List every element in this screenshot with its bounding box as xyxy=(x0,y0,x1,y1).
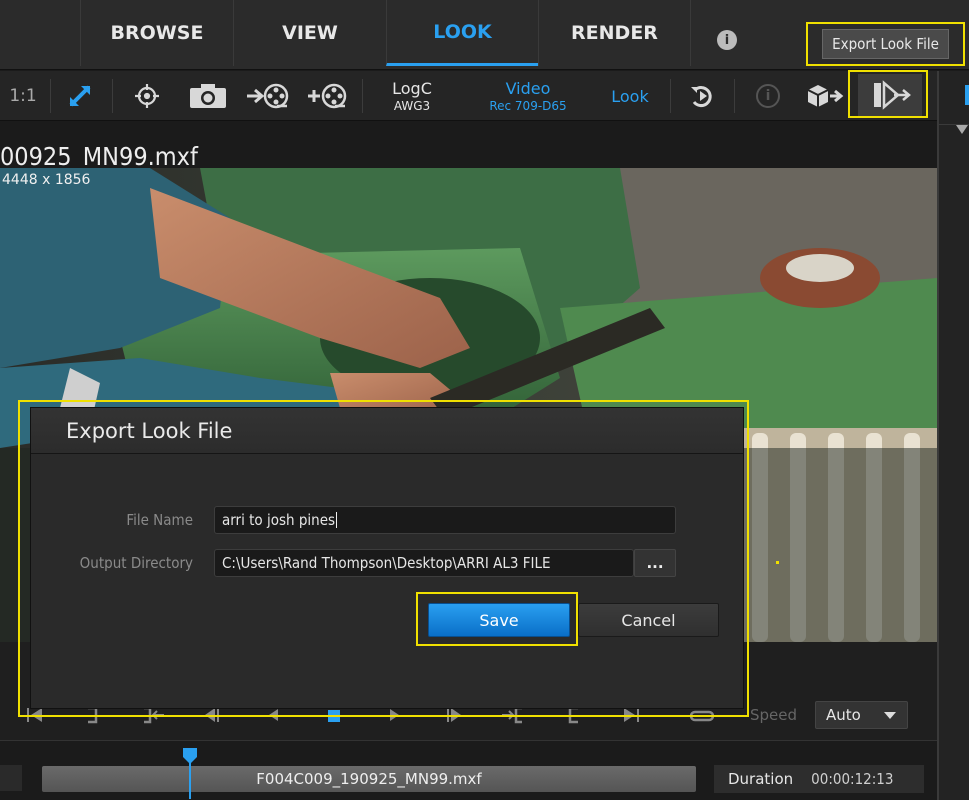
viewer-header: 00925_MN99.mxf xyxy=(0,122,937,171)
info-icon: i xyxy=(746,71,790,121)
file-name-value: arri to josh pines xyxy=(222,511,336,529)
tooltip-text: Export Look File xyxy=(822,29,949,59)
rec709-label: Rec 709-D65 xyxy=(489,98,567,113)
timeline: F004C009_190925_MN99.mxf Duration 00:00:… xyxy=(0,740,937,800)
history-icon[interactable] xyxy=(680,71,724,121)
awg3-label: AWG3 xyxy=(393,98,431,113)
dialog-title: Export Look File xyxy=(31,408,743,454)
tab-render[interactable]: RENDER xyxy=(538,0,691,66)
film-export-icon[interactable] xyxy=(242,71,292,121)
tab-view[interactable]: VIEW xyxy=(233,0,386,66)
chevron-down-icon xyxy=(884,712,896,719)
panel-header xyxy=(939,105,969,134)
duration-label: Duration xyxy=(728,770,794,788)
video-colorspace-button[interactable]: Video Rec 709-D65 xyxy=(478,71,578,121)
panel-tab-indicator[interactable] xyxy=(965,85,969,105)
output-directory-value: C:\Users\Rand Thompson\Desktop\ARRI AL3 … xyxy=(222,554,551,572)
clip-file-title: 00925_MN99.mxf xyxy=(0,142,198,171)
cube-export-icon[interactable] xyxy=(800,71,848,121)
zoom-1-1-button[interactable]: 1:1 xyxy=(0,71,46,121)
crosshair-icon[interactable] xyxy=(124,71,170,121)
output-directory-input[interactable]: C:\Users\Rand Thompson\Desktop\ARRI AL3 … xyxy=(214,549,634,577)
chevron-down-icon[interactable] xyxy=(956,125,968,135)
viewer-toolbar: 1:1 LogC AWG3 Video Rec 709-D65 Look i xyxy=(0,70,937,121)
speed-value: Auto xyxy=(826,706,861,724)
speed-dropdown[interactable]: Auto xyxy=(815,701,908,729)
logc-label: LogC xyxy=(392,78,432,98)
playhead-handle-icon[interactable] xyxy=(181,747,199,765)
film-add-icon[interactable] xyxy=(302,71,352,121)
tab-view-label: VIEW xyxy=(282,22,338,44)
tab-look[interactable]: LOOK xyxy=(386,0,538,66)
tab-browse[interactable]: BROWSE xyxy=(80,0,233,66)
clip-name: F004C009_190925_MN99.mxf xyxy=(256,770,482,788)
tab-look-label: LOOK xyxy=(433,20,492,43)
browse-directory-button[interactable]: ... xyxy=(634,549,676,577)
look-export-icon[interactable] xyxy=(858,74,922,116)
duration-value: 00:00:12:13 xyxy=(811,770,894,788)
camera-icon[interactable] xyxy=(184,71,232,121)
timeline-left-stub xyxy=(0,765,22,791)
duration-box: Duration 00:00:12:13 xyxy=(714,765,924,793)
file-name-input[interactable]: arri to josh pines xyxy=(214,506,676,534)
clip-track[interactable]: F004C009_190925_MN99.mxf xyxy=(42,766,696,792)
export-look-dialog: Export Look File File Name arri to josh … xyxy=(30,407,744,709)
tab-render-label: RENDER xyxy=(571,22,658,44)
right-side-panel xyxy=(937,71,969,800)
playhead-line xyxy=(189,759,191,799)
logc-colorspace-button[interactable]: LogC AWG3 xyxy=(378,71,446,121)
text-cursor xyxy=(336,512,338,528)
top-navigation: BROWSE VIEW LOOK RENDER i Export Look Fi… xyxy=(0,0,969,70)
speed-label: Speed xyxy=(750,706,798,724)
info-icon[interactable]: i xyxy=(717,30,737,50)
fit-arrow-icon[interactable] xyxy=(56,71,104,121)
look-toggle-button[interactable]: Look xyxy=(600,71,660,121)
file-name-label: File Name xyxy=(126,511,193,529)
cursor-dot xyxy=(776,561,779,564)
export-look-tooltip: Export Look File xyxy=(806,22,965,66)
save-button[interactable]: Save xyxy=(428,603,570,637)
resolution-label: 4448 x 1856 xyxy=(2,172,91,188)
output-directory-label: Output Directory xyxy=(79,554,193,572)
cancel-button[interactable]: Cancel xyxy=(578,603,719,637)
tab-browse-label: BROWSE xyxy=(110,22,204,44)
video-label: Video xyxy=(505,78,551,98)
